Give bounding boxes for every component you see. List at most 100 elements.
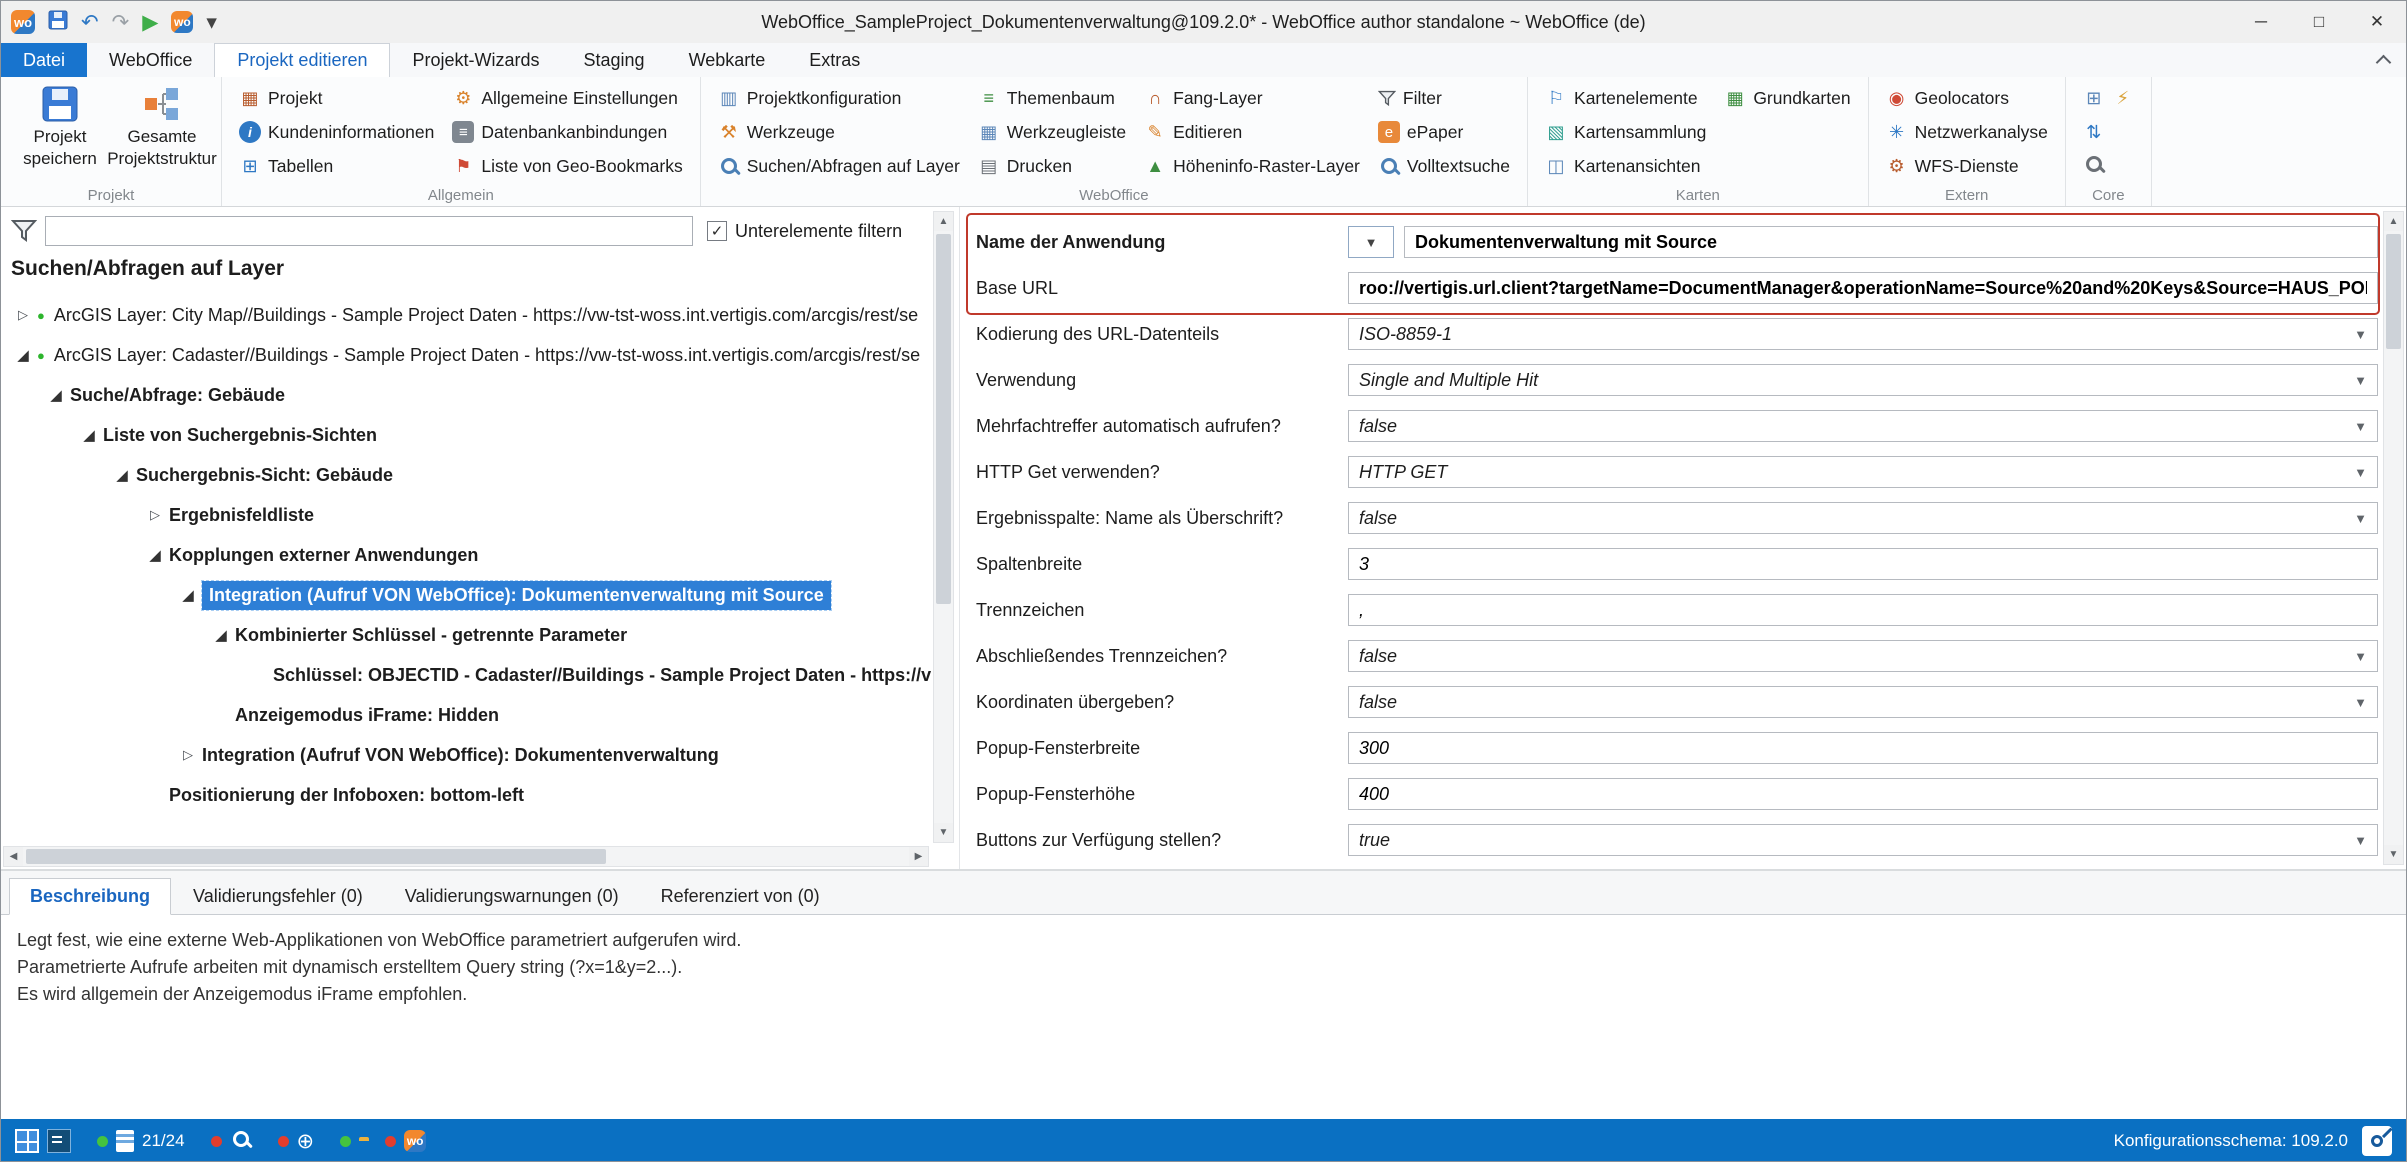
tab-staging[interactable]: Staging: [562, 43, 667, 77]
tab-weboffice[interactable]: WebOffice: [87, 43, 214, 77]
ribbon-item-kartenansichten[interactable]: ◫ Kartenansichten: [1538, 150, 1713, 182]
tree-horizontal-scrollbar[interactable]: ◀ ▶: [3, 846, 929, 867]
schema-key-button[interactable]: [2362, 1126, 2392, 1156]
scroll-down-button[interactable]: ▼: [934, 823, 953, 842]
ribbon-item-werkzeugleiste[interactable]: ▦ Werkzeugleiste: [971, 116, 1133, 148]
subfilter-checkbox[interactable]: ✓: [707, 221, 727, 241]
tree-item[interactable]: ▷ Integration (Aufruf VON WebOffice): Do…: [1, 735, 931, 775]
tree-filter-input[interactable]: [45, 216, 693, 246]
mehrfachtreffer-dropdown[interactable]: false ▼: [1348, 410, 2378, 442]
expand-icon[interactable]: ▷: [174, 747, 202, 763]
tab-extras[interactable]: Extras: [787, 43, 882, 77]
scroll-up-button[interactable]: ▲: [2384, 212, 2403, 231]
tree-item[interactable]: ◢ ● ArcGIS Layer: Cadaster//Buildings - …: [1, 335, 931, 375]
core-search-button[interactable]: [2083, 156, 2105, 177]
tab-projekt-wizards[interactable]: Projekt-Wizards: [390, 43, 561, 77]
ribbon-item-wfs-dienste[interactable]: ⚙ WFS-Dienste: [1879, 150, 2055, 182]
ribbon-item-kartensammlung[interactable]: ▧ Kartensammlung: [1538, 116, 1713, 148]
gesamte-projektstruktur-button[interactable]: Gesamte Projektstruktur: [113, 82, 211, 184]
name-der-anwendung-input[interactable]: [1404, 226, 2378, 258]
scrollbar-thumb[interactable]: [26, 849, 606, 864]
collapse-ribbon-button[interactable]: [2360, 43, 2406, 77]
collapse-icon[interactable]: ◢: [9, 346, 37, 364]
scroll-up-button[interactable]: ▲: [934, 212, 953, 231]
ribbon-item-projekt[interactable]: ▦ Projekt: [232, 82, 441, 114]
ribbon-item-netzwerkanalyse[interactable]: ✳ Netzwerkanalyse: [1879, 116, 2055, 148]
collapse-icon[interactable]: ◢: [141, 546, 169, 564]
tab-beschreibung[interactable]: Beschreibung: [9, 878, 171, 915]
tree-vertical-scrollbar[interactable]: ▲ ▼: [933, 211, 954, 843]
tab-projekt-editieren[interactable]: Projekt editieren: [214, 43, 390, 77]
scroll-down-button[interactable]: ▼: [2384, 845, 2403, 864]
redo-button[interactable]: ↷: [112, 12, 130, 33]
trennzeichen-input[interactable]: [1348, 594, 2378, 626]
tree-item-selected[interactable]: ◢ Integration (Aufruf VON WebOffice): Do…: [1, 575, 931, 615]
ribbon-item-filter[interactable]: Filter: [1371, 82, 1517, 114]
koordinaten-dropdown[interactable]: false ▼: [1348, 686, 2378, 718]
ribbon-item-editieren[interactable]: ✎ Editieren: [1137, 116, 1367, 148]
ergebnisspalte-dropdown[interactable]: false ▼: [1348, 502, 2378, 534]
ribbon-item-themenbaum[interactable]: ≡ Themenbaum: [971, 82, 1133, 114]
scroll-left-button[interactable]: ◀: [4, 847, 23, 866]
tab-validierungsfehler[interactable]: Validierungsfehler (0): [173, 879, 383, 914]
core-sync-button[interactable]: ⇅: [2083, 121, 2105, 143]
scroll-right-button[interactable]: ▶: [909, 847, 928, 866]
undo-button[interactable]: ↶: [81, 12, 99, 33]
maximize-button[interactable]: □: [2290, 1, 2348, 43]
ribbon-item-volltextsuche[interactable]: Volltextsuche: [1371, 150, 1517, 182]
expand-icon[interactable]: ▷: [9, 307, 37, 323]
tree-item[interactable]: ◢ Kopplungen externer Anwendungen: [1, 535, 931, 575]
ribbon-item-hoeheninfo-raster-layer[interactable]: ▲ Höheninfo-Raster-Layer: [1137, 150, 1367, 182]
abschliessendes-trennzeichen-dropdown[interactable]: false ▼: [1348, 640, 2378, 672]
tree-item[interactable]: ◢ Liste von Suchergebnis-Sichten: [1, 415, 931, 455]
ribbon-item-allgemeine-einstellungen[interactable]: ⚙ Allgemeine Einstellungen: [445, 82, 689, 114]
http-get-dropdown[interactable]: HTTP GET ▼: [1348, 456, 2378, 488]
core-layout-button[interactable]: ⊞: [2083, 87, 2105, 109]
run-button[interactable]: ▶: [142, 12, 158, 33]
qat-customize-button[interactable]: ▾: [206, 12, 217, 33]
ribbon-item-kartenelemente[interactable]: ⚐ Kartenelemente: [1538, 82, 1713, 114]
window-status-icon[interactable]: [15, 1129, 39, 1153]
ribbon-item-drucken[interactable]: ▤ Drucken: [971, 150, 1133, 182]
tab-referenziert-von[interactable]: Referenziert von (0): [641, 879, 840, 914]
tree-item[interactable]: Schlüssel: OBJECTID - Cadaster//Building…: [1, 655, 931, 695]
globe-service-button[interactable]: ⊕: [297, 1131, 315, 1152]
ribbon-item-kundeninformationen[interactable]: i Kundeninformationen: [232, 116, 441, 148]
popup-fensterhoehe-input[interactable]: [1348, 778, 2378, 810]
name-combo-button[interactable]: ▼: [1348, 226, 1394, 258]
ribbon-item-tabellen[interactable]: ⊞ Tabellen: [232, 150, 441, 182]
tree-item[interactable]: ▷ Ergebnisfeldliste: [1, 495, 931, 535]
verwendung-dropdown[interactable]: Single and Multiple Hit ▼: [1348, 364, 2378, 396]
tree-item[interactable]: ▷ ● ArcGIS Layer: City Map//Buildings - …: [1, 295, 931, 335]
collapse-icon[interactable]: ◢: [174, 586, 202, 604]
ribbon-item-epaper[interactable]: e ePaper: [1371, 116, 1517, 148]
ribbon-item-geolocators[interactable]: ◉ Geolocators: [1879, 82, 2055, 114]
tree-item[interactable]: Positionierung der Infoboxen: bottom-lef…: [1, 775, 931, 815]
ribbon-item-projektkonfiguration[interactable]: ▥ Projektkonfiguration: [711, 82, 967, 114]
tree-item[interactable]: ◢ Suche/Abfrage: Gebäude: [1, 375, 931, 415]
expand-icon[interactable]: ▷: [141, 507, 169, 523]
console-status-icon[interactable]: [47, 1129, 71, 1153]
projekt-speichern-button[interactable]: Projekt speichern: [11, 82, 109, 184]
ribbon-item-datenbankanbindungen[interactable]: ≡ Datenbankanbindungen: [445, 116, 689, 148]
popup-fensterbreite-input[interactable]: [1348, 732, 2378, 764]
close-button[interactable]: ✕: [2348, 1, 2406, 43]
minimize-button[interactable]: ─: [2232, 1, 2290, 43]
ribbon-item-grundkarten[interactable]: ▦ Grundkarten: [1717, 82, 1857, 114]
tree-item[interactable]: ◢ Suchergebnis-Sicht: Gebäude: [1, 455, 931, 495]
collapse-icon[interactable]: ◢: [108, 466, 136, 484]
ribbon-item-suchen-abfragen-auf-layer[interactable]: Suchen/Abfragen auf Layer: [711, 150, 967, 182]
properties-vertical-scrollbar[interactable]: ▲ ▼: [2383, 211, 2404, 865]
core-wizard-button[interactable]: ⚡: [2112, 87, 2134, 109]
tree-item[interactable]: Anzeigemodus iFrame: Hidden: [1, 695, 931, 735]
tab-webkarte[interactable]: Webkarte: [667, 43, 788, 77]
tree-item[interactable]: ◢ Kombinierter Schlüssel - getrennte Par…: [1, 615, 931, 655]
buttons-dropdown[interactable]: true ▼: [1348, 824, 2378, 856]
collapse-icon[interactable]: ◢: [42, 386, 70, 404]
ribbon-item-geo-bookmarks[interactable]: ⚑ Liste von Geo-Bookmarks: [445, 150, 689, 182]
ribbon-item-werkzeuge[interactable]: ⚒ Werkzeuge: [711, 116, 967, 148]
scrollbar-thumb[interactable]: [936, 234, 951, 604]
scrollbar-thumb[interactable]: [2386, 234, 2401, 349]
tab-datei[interactable]: Datei: [1, 43, 87, 77]
spaltenbreite-input[interactable]: [1348, 548, 2378, 580]
